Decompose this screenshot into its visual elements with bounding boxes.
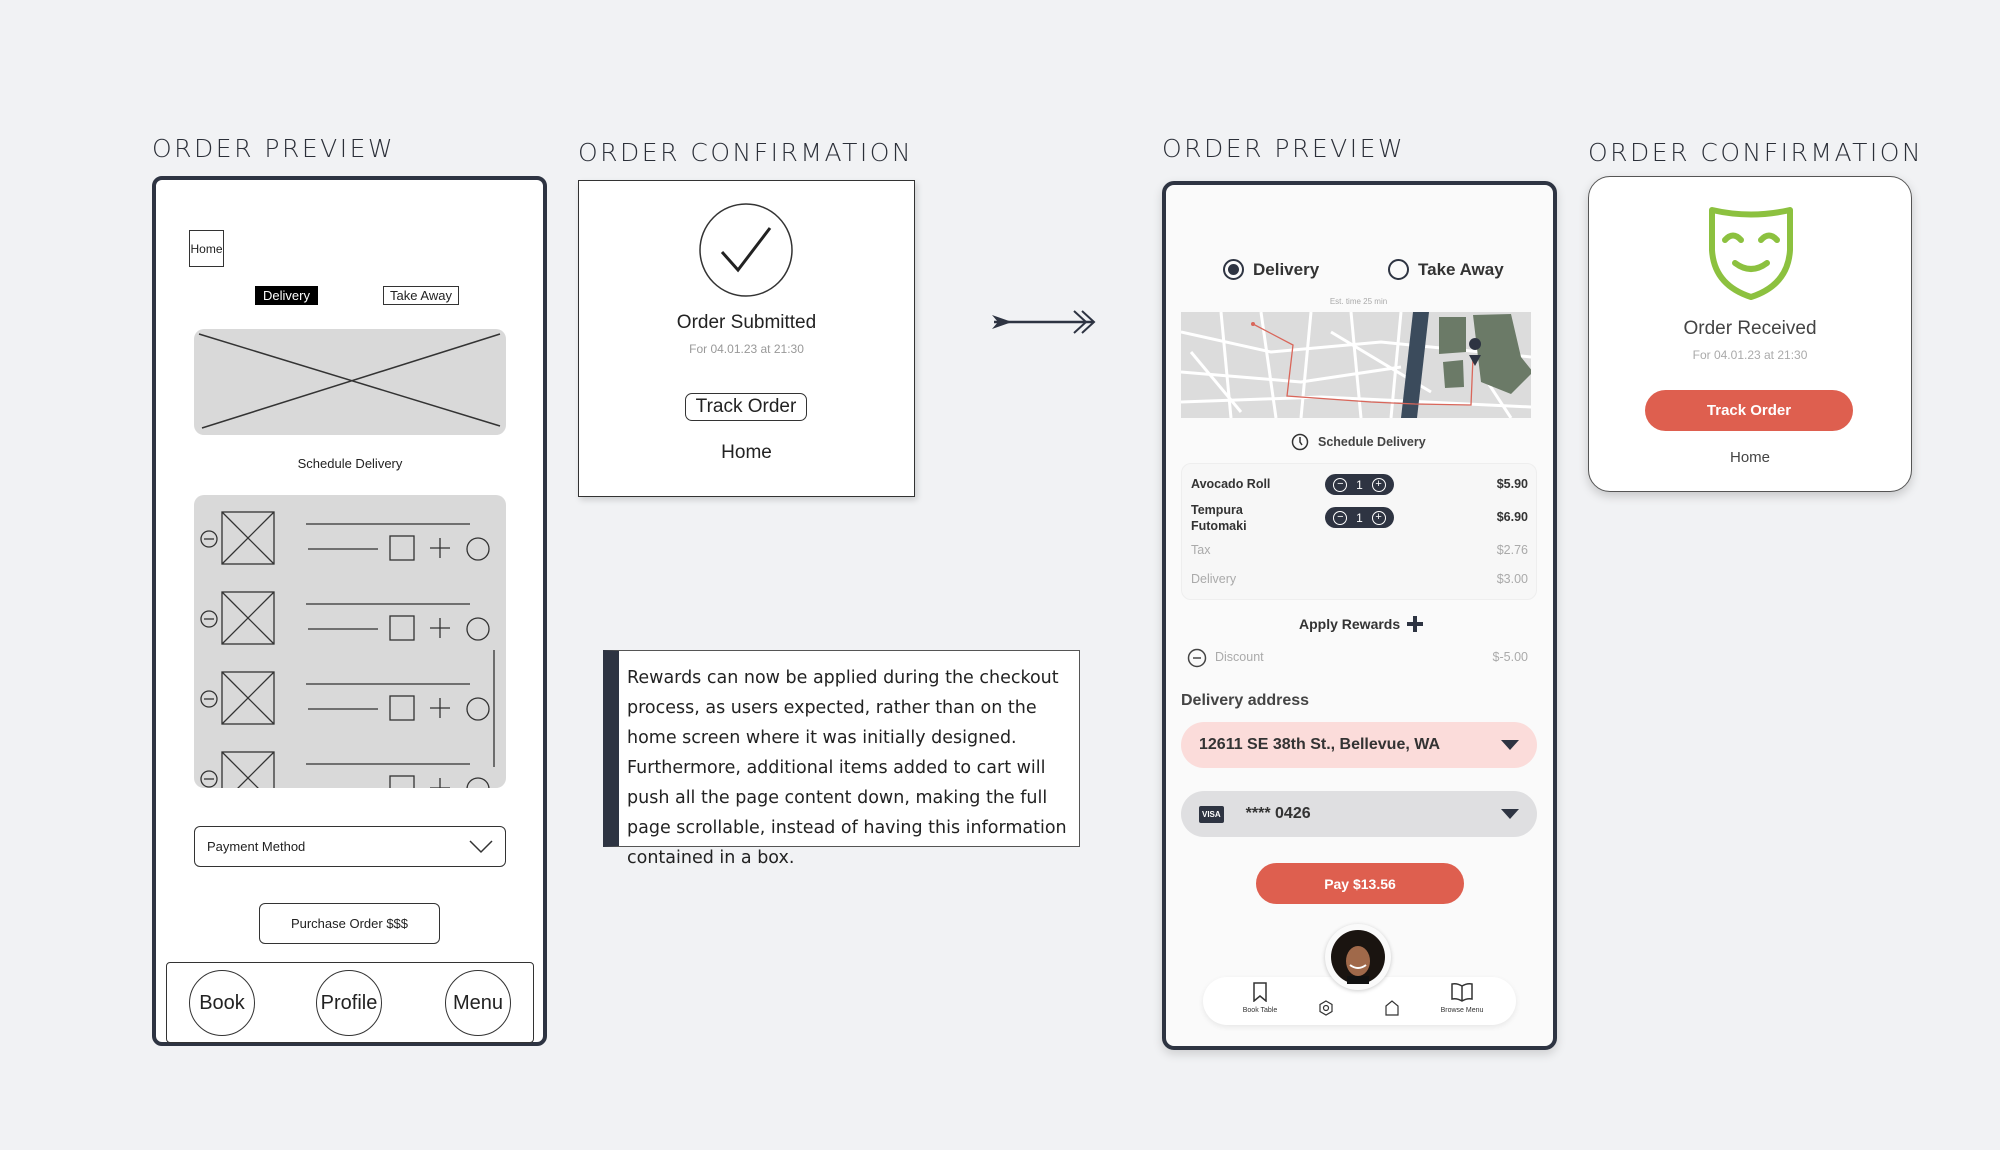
schedule-delivery-link[interactable]: Schedule Delivery xyxy=(194,456,506,471)
plus-icon xyxy=(1407,616,1424,632)
delivery-toggle[interactable]: Delivery xyxy=(255,286,318,305)
section-title: ORDER CONFIRMATION xyxy=(578,138,914,167)
nav-browse-menu[interactable]: Browse Menu xyxy=(1432,982,1492,1014)
home-link[interactable]: Home xyxy=(1588,449,1912,466)
estimated-time: Est. time 25 min xyxy=(1329,297,1388,306)
quantity-stepper[interactable]: −1 + xyxy=(1325,474,1394,495)
address-select[interactable]: 12611 SE 38th St., Bellevue, WA xyxy=(1181,722,1537,768)
schedule-delivery-button[interactable]: Schedule Delivery xyxy=(1291,433,1426,451)
apply-rewards-button[interactable]: Apply Rewards xyxy=(1299,615,1424,633)
card-number: **** 0426 xyxy=(1245,805,1311,822)
tax-value: $2.76 xyxy=(1496,543,1528,557)
track-order-button[interactable]: Track Order xyxy=(685,393,807,421)
design-note: Rewards can now be applied during the ch… xyxy=(603,650,1080,868)
home-button[interactable]: Home xyxy=(189,230,224,267)
track-order-button[interactable]: Track Order xyxy=(1645,390,1853,431)
delivery-radio[interactable]: Delivery xyxy=(1223,259,1319,280)
plus-icon[interactable]: + xyxy=(1371,510,1386,525)
quantity-value: 1 xyxy=(1356,510,1363,525)
payment-method-label: Payment Method xyxy=(207,839,306,854)
list-background xyxy=(194,495,506,788)
minus-icon[interactable]: − xyxy=(1333,510,1348,525)
nav-menu[interactable]: Menu xyxy=(445,970,511,1036)
cart-item-list[interactable] xyxy=(194,495,506,788)
avatar xyxy=(1331,930,1385,984)
quantity-stepper[interactable]: −1 + xyxy=(1325,507,1394,528)
happy-mask-icon xyxy=(1709,207,1793,300)
order-date: For 04.01.23 at 21:30 xyxy=(1692,348,1808,362)
settings-icon[interactable] xyxy=(1318,1000,1334,1016)
book-open-icon xyxy=(1451,983,1473,1002)
section-title: ORDER PREVIEW xyxy=(152,134,396,163)
item-name: Tempura Futomaki xyxy=(1191,503,1247,533)
dropdown-icon xyxy=(1501,740,1519,750)
dropdown-icon xyxy=(1501,809,1519,819)
image-placeholder xyxy=(194,329,506,435)
payment-method-select[interactable]: Payment Method xyxy=(194,826,506,867)
address-value: 12611 SE 38th St., Bellevue, WA xyxy=(1199,736,1440,753)
pay-button[interactable]: Pay $13.56 xyxy=(1256,863,1464,904)
item-name: Avocado Roll xyxy=(1191,477,1271,491)
take-away-label: Take Away xyxy=(1418,259,1504,279)
delivery-address-label: Delivery address xyxy=(1181,692,1310,709)
nav-label: Browse Menu xyxy=(1440,1007,1484,1014)
delivery-label: Delivery xyxy=(1253,259,1320,279)
clock-icon xyxy=(1291,433,1309,451)
chevron-down-icon xyxy=(469,839,493,853)
visa-icon: VISA xyxy=(1199,805,1224,823)
home-icon[interactable] xyxy=(1384,999,1400,1017)
nav-profile[interactable]: Profile xyxy=(316,970,382,1036)
plus-icon[interactable]: + xyxy=(1371,477,1386,492)
payment-card-select[interactable]: VISA **** 0426 xyxy=(1181,791,1537,837)
delivery-fee-value: $3.00 xyxy=(1496,572,1528,586)
discount-label: Discount xyxy=(1215,650,1264,664)
take-away-radio[interactable]: Take Away xyxy=(1388,259,1504,280)
nav-book[interactable]: Book xyxy=(189,970,255,1036)
item-price: $6.90 xyxy=(1496,510,1528,524)
item-price: $5.90 xyxy=(1496,477,1528,491)
order-date: For 04.01.23 at 21:30 xyxy=(689,342,804,356)
bookmark-icon xyxy=(1253,982,1267,1003)
tax-label: Tax xyxy=(1191,543,1211,557)
apply-rewards-label: Apply Rewards xyxy=(1299,616,1401,632)
home-link[interactable]: Home xyxy=(578,442,915,464)
profile-button[interactable] xyxy=(1325,924,1391,990)
radio-unselected-icon xyxy=(1388,259,1409,280)
nav-book-table[interactable]: Book Table xyxy=(1235,982,1285,1014)
minus-icon[interactable]: − xyxy=(1333,477,1348,492)
take-away-toggle[interactable]: Take Away xyxy=(383,286,459,305)
section-title: ORDER CONFIRMATION xyxy=(1588,138,1924,167)
arrow-right-icon xyxy=(992,310,1096,334)
section-title: ORDER PREVIEW xyxy=(1162,134,1406,163)
checkmark-icon xyxy=(699,203,793,297)
quantity-value: 1 xyxy=(1356,477,1363,492)
order-received-title: Order Received xyxy=(1683,318,1817,339)
discount-value: $-5.00 xyxy=(1492,650,1528,664)
remove-discount-icon[interactable] xyxy=(1187,648,1207,668)
nav-label: Book Table xyxy=(1242,1007,1278,1014)
purchase-order-button[interactable]: Purchase Order $$$ xyxy=(259,903,440,944)
delivery-fee-label: Delivery xyxy=(1191,572,1237,586)
radio-selected-icon xyxy=(1223,259,1244,280)
schedule-delivery-label: Schedule Delivery xyxy=(1318,435,1426,449)
order-submitted-title: Order Submitted xyxy=(676,312,817,333)
delivery-map[interactable] xyxy=(1181,312,1531,418)
